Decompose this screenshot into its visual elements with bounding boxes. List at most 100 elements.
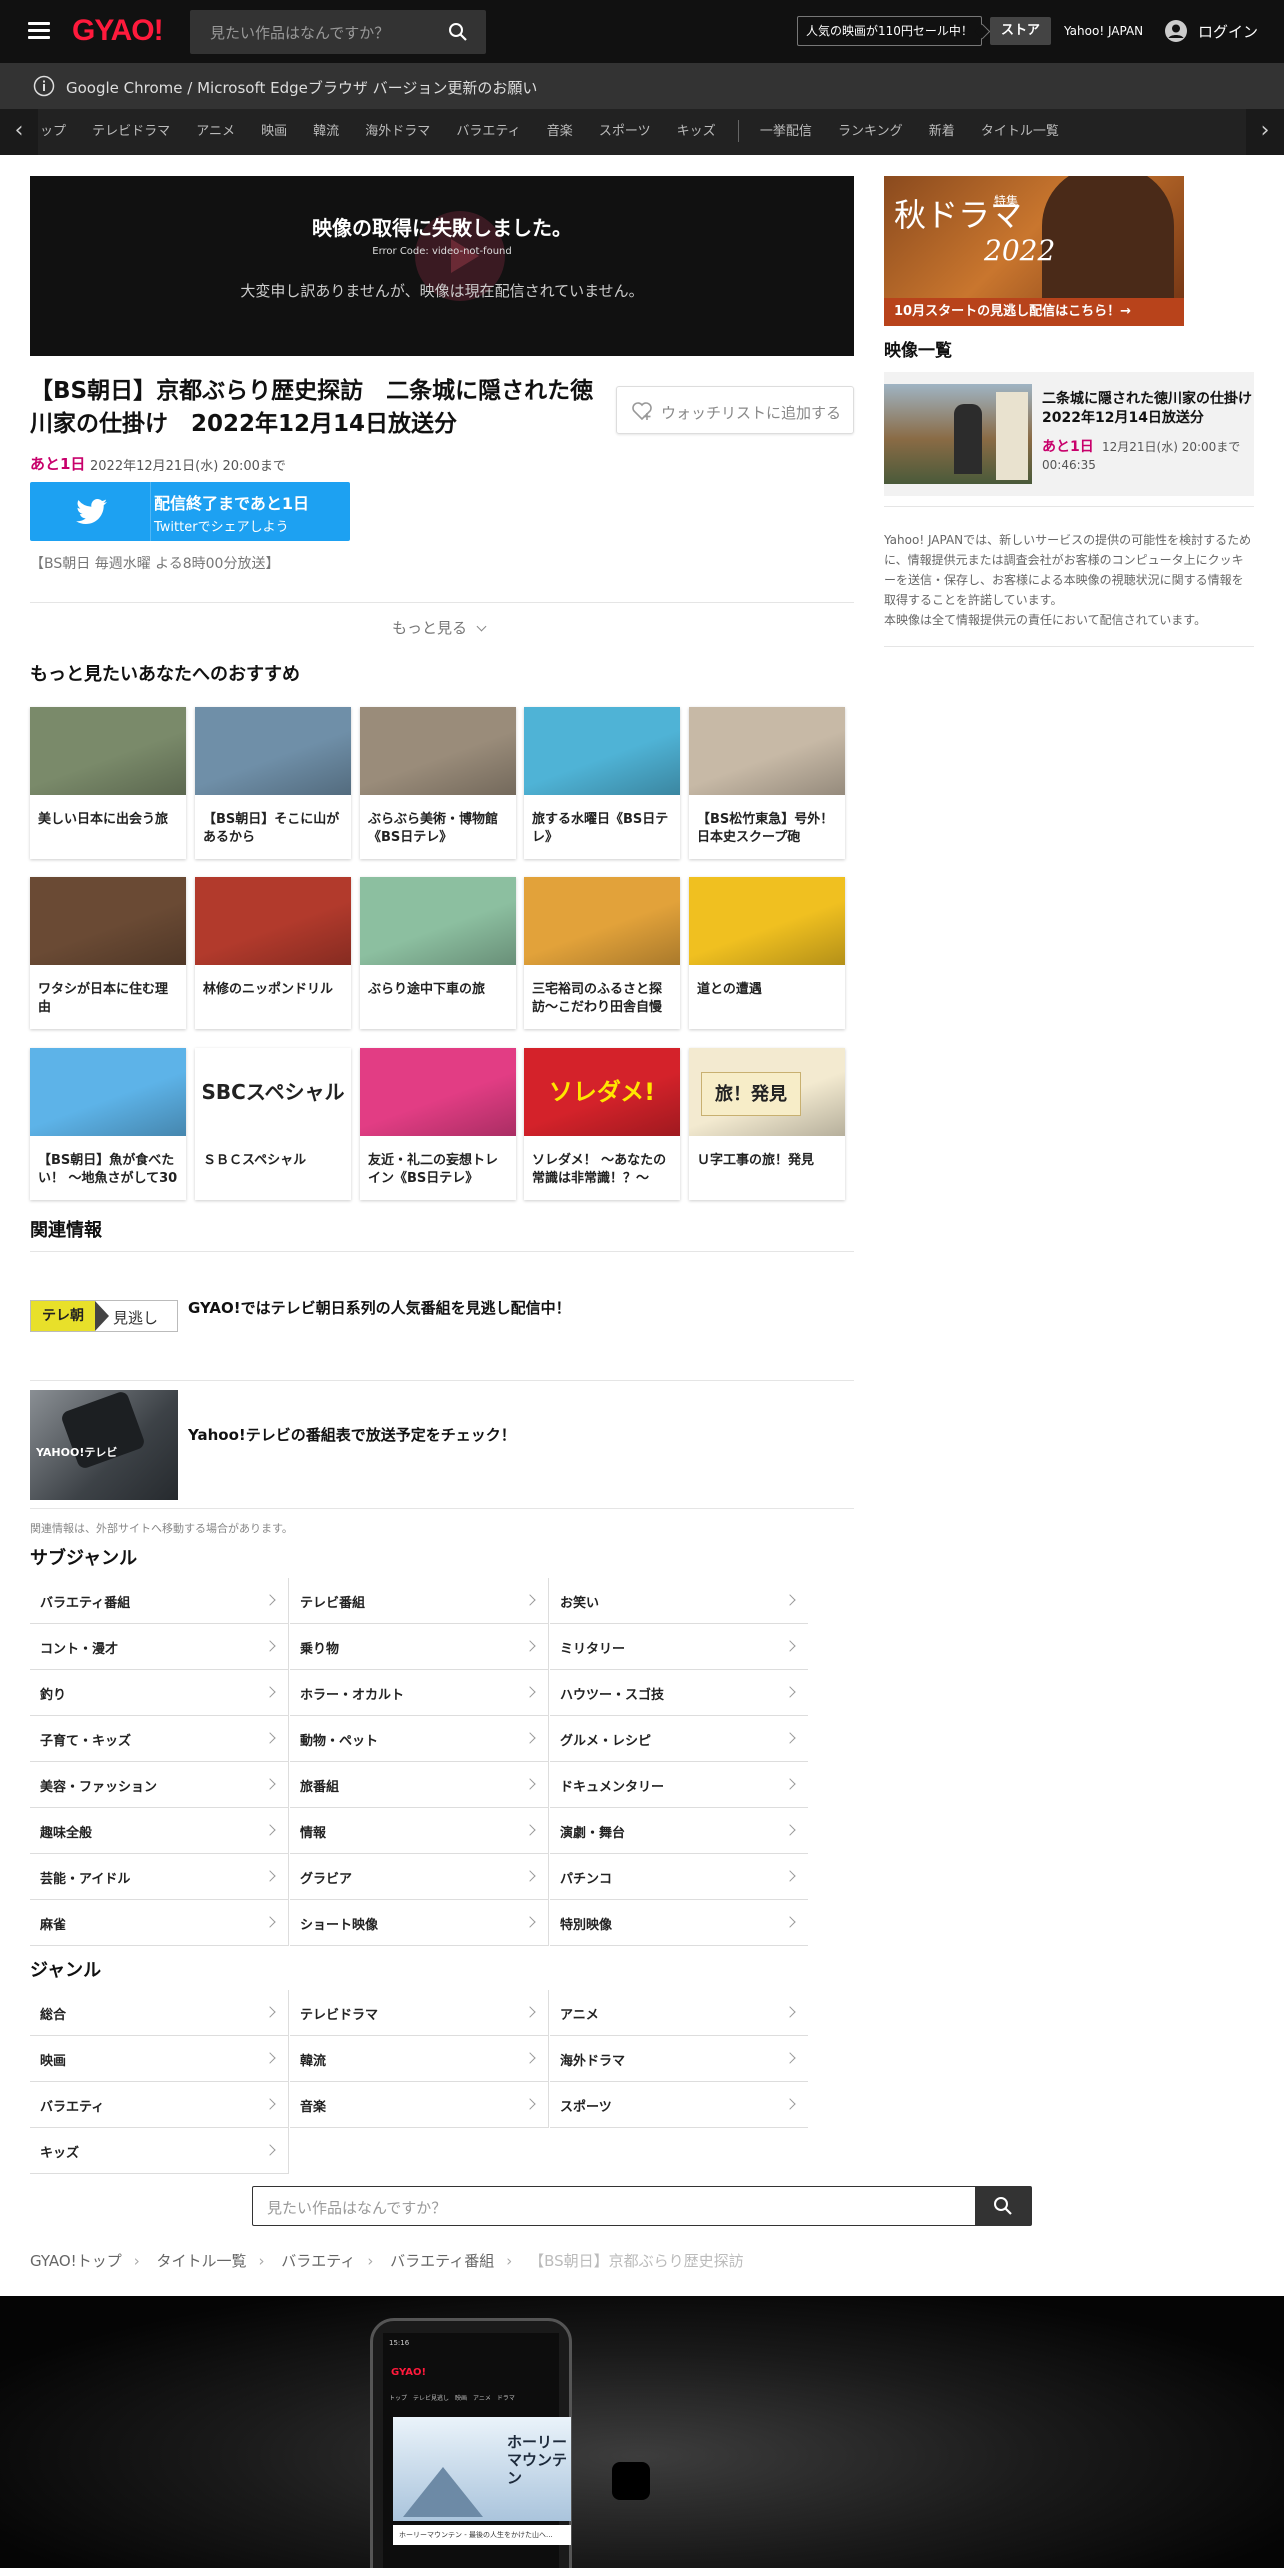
subgenre-item[interactable]: 釣り <box>30 1670 288 1716</box>
recommend-card[interactable]: ソレダメ! ソレダメ！ ～あなたの常識は非常識！？～ <box>524 1048 680 1200</box>
subgenre-item[interactable]: 乗り物 <box>290 1624 548 1670</box>
recommend-card[interactable]: 【BS朝日】そこに山があるから <box>195 707 351 859</box>
genre-item[interactable]: 音楽 <box>290 2082 548 2128</box>
recommend-thumbnail: SBCスペシャル <box>195 1048 351 1136</box>
thumb-caption-box <box>996 392 1028 480</box>
store-button[interactable]: ストア <box>990 17 1052 45</box>
subgenre-item-label: グラビア <box>300 1872 353 1887</box>
subgenre-item[interactable]: 趣味全般 <box>30 1808 288 1854</box>
nav-item[interactable]: 音楽 <box>547 109 573 155</box>
recommend-card[interactable]: ぶらり途中下車の旅 <box>360 877 516 1029</box>
app-badge-icon[interactable] <box>612 2462 650 2500</box>
subgenre-item[interactable]: ドキュメンタリー <box>550 1762 808 1808</box>
genre-item[interactable]: スポーツ <box>550 2082 808 2128</box>
video-list-item[interactable]: 二条城に隠された徳川家の仕掛け 2022年12月14日放送分 あと1日 12月2… <box>884 372 1266 496</box>
nav-item[interactable]: 韓流 <box>313 109 339 155</box>
subgenre-item[interactable]: 芸能・アイドル <box>30 1854 288 1900</box>
genre-item[interactable]: 総合 <box>30 1990 288 2036</box>
twitter-share-button[interactable]: 配信終了まであと1日 Twitterでシェアしよう <box>30 482 350 541</box>
subgenre-item[interactable]: ホラー・オカルト <box>290 1670 548 1716</box>
menu-icon[interactable] <box>28 22 50 40</box>
promo-banner[interactable]: 人気の映画が110円セール中！ <box>797 16 982 46</box>
genre-item[interactable]: アニメ <box>550 1990 808 2036</box>
recommend-card[interactable]: 三宅裕司のふるさと探訪～こだわり田舎自慢 <box>524 877 680 1029</box>
show-more-button[interactable]: もっと見る <box>392 617 487 638</box>
subgenre-item[interactable]: コント・漫才 <box>30 1624 288 1670</box>
subgenre-item[interactable]: 情報 <box>290 1808 548 1854</box>
subgenre-item[interactable]: 動物・ペット <box>290 1716 548 1762</box>
genre-item[interactable]: 映画 <box>30 2036 288 2082</box>
nav-item[interactable]: 一挙配信 <box>760 109 812 155</box>
app-promo-footer: 15:16 GYAO! トップ テレビ見逃し 映画 アニメ ドラマ ホーリー マ… <box>0 2296 1284 2568</box>
subgenre-item[interactable]: 特別映像 <box>550 1900 808 1946</box>
chevron-right-icon <box>264 1824 276 1836</box>
recommend-card[interactable]: ぶらぶら美術・博物館《BS日テレ》 <box>360 707 516 859</box>
breadcrumb-item[interactable]: タイトル一覧 <box>156 2250 246 2271</box>
recommend-card[interactable]: 道との遭遇 <box>689 877 845 1029</box>
nav-items: ップ テレビドラマ アニメ 映画 韓流 海外ドラマ バラエティ 音楽 スポーツ … <box>40 109 1240 155</box>
nav-item[interactable]: スポーツ <box>599 109 651 155</box>
breadcrumb-item[interactable]: GYAO!トップ <box>30 2250 122 2271</box>
header-search-input[interactable]: 見たい作品はなんですか？ <box>190 10 486 54</box>
recommend-card[interactable]: 【BS朝日】魚が食べたい！ ～地魚さがして30 <box>30 1048 186 1200</box>
nav-item[interactable]: タイトル一覧 <box>981 109 1059 155</box>
genre-item[interactable]: バラエティ <box>30 2082 288 2128</box>
subgenre-item[interactable]: 麻雀 <box>30 1900 288 1946</box>
breadcrumb-item[interactable]: バラエティ番組 <box>390 2250 494 2271</box>
nav-item[interactable]: アニメ <box>196 109 235 155</box>
nav-item[interactable]: 映画 <box>261 109 287 155</box>
nav-prev-button[interactable]: ‹ <box>0 109 38 155</box>
recommend-card[interactable]: 旅！発見 Ｕ字工事の旅！発見 <box>689 1048 845 1200</box>
video-player[interactable]: 映像の取得に失敗しました。 Error Code: video-not-foun… <box>30 176 854 356</box>
genre-item[interactable]: 韓流 <box>290 2036 548 2082</box>
search-icon[interactable] <box>448 22 468 42</box>
subgenre-item[interactable]: グルメ・レシピ <box>550 1716 808 1762</box>
subgenre-item[interactable]: グラビア <box>290 1854 548 1900</box>
nav-next-button[interactable]: › <box>1246 109 1284 155</box>
bottom-search-button[interactable] <box>975 2187 1031 2225</box>
recommend-card[interactable]: ワタシが日本に住む理由 <box>30 877 186 1029</box>
autumn-drama-banner[interactable]: 秋ドラマ 特集 2022 10月スタートの見逃し配信はこちら！→ <box>884 176 1184 326</box>
subgenre-item[interactable]: お笑い <box>550 1578 808 1624</box>
genre-item[interactable]: テレビドラマ <box>290 1990 548 2036</box>
divider <box>30 1380 854 1381</box>
subgenre-item[interactable]: バラエティ番組 <box>30 1578 288 1624</box>
chevron-down-icon <box>476 621 487 632</box>
nav-item[interactable]: 海外ドラマ <box>365 109 430 155</box>
nav-item[interactable]: テレビドラマ <box>92 109 170 155</box>
related-item-title[interactable]: Yahoo!テレビの番組表で放送予定をチェック！ <box>188 1424 516 1445</box>
recommend-card[interactable]: SBCスペシャル ＳＢＣスペシャル <box>195 1048 351 1200</box>
genre-item[interactable]: キッズ <box>30 2128 288 2174</box>
subgenre-item[interactable]: 旅番組 <box>290 1762 548 1808</box>
subgenre-item[interactable]: テレビ番組 <box>290 1578 548 1624</box>
nav-divider <box>737 119 739 142</box>
browser-notice-bar[interactable]: Google Chrome / Microsoft Edgeブラウザ バージョン… <box>0 63 1284 109</box>
nav-item[interactable]: 新着 <box>929 109 955 155</box>
related-item-title[interactable]: GYAO!ではテレビ朝日系列の人気番組を見逃し配信中！ <box>188 1297 571 1318</box>
nav-item[interactable]: ップ <box>40 109 66 155</box>
recommend-card[interactable]: 美しい日本に出会う旅 <box>30 707 186 859</box>
recommend-card[interactable]: 林修のニッポンドリル <box>195 877 351 1029</box>
yahoo-japan-link[interactable]: Yahoo! JAPAN <box>1064 24 1143 38</box>
recommend-card[interactable]: 旅する水曜日《BS日テレ》 <box>524 707 680 859</box>
subgenre-item[interactable]: ミリタリー <box>550 1624 808 1670</box>
user-icon[interactable] <box>1165 20 1187 42</box>
login-link[interactable]: ログイン <box>1198 21 1258 42</box>
bottom-search-input[interactable]: 見たい作品はなんですか？ <box>252 2186 1032 2226</box>
subgenre-item[interactable]: ショート映像 <box>290 1900 548 1946</box>
nav-item[interactable]: ランキング <box>838 109 903 155</box>
nav-item[interactable]: バラエティ <box>456 109 520 155</box>
chevron-right-icon <box>524 1686 536 1698</box>
breadcrumb-item[interactable]: バラエティ <box>281 2250 355 2271</box>
subgenre-item[interactable]: パチンコ <box>550 1854 808 1900</box>
recommend-card[interactable]: 【BS松竹東急】号外！日本史スクープ砲 <box>689 707 845 859</box>
subgenre-item[interactable]: 演劇・舞台 <box>550 1808 808 1854</box>
watchlist-button[interactable]: ウォッチリストに追加する <box>616 386 854 434</box>
subgenre-item[interactable]: ハウツー・スゴ技 <box>550 1670 808 1716</box>
subgenre-item[interactable]: 子育て・キッズ <box>30 1716 288 1762</box>
subgenre-item[interactable]: 美容・ファッション <box>30 1762 288 1808</box>
genre-item[interactable]: 海外ドラマ <box>550 2036 808 2082</box>
nav-item[interactable]: キッズ <box>677 109 716 155</box>
recommend-card[interactable]: 友近・礼二の妄想トレイン《BS日テレ》 <box>360 1048 516 1200</box>
gyao-logo[interactable]: GYAO! <box>72 14 164 48</box>
